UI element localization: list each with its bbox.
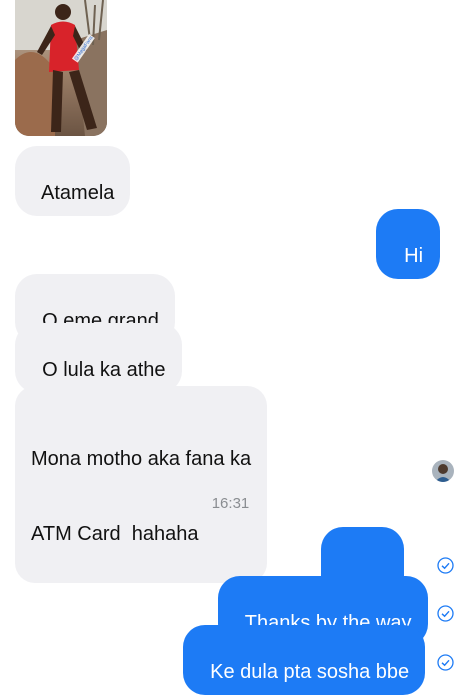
message-text-line2: ATM Card hahaha	[31, 523, 199, 545]
delivered-check-icon	[437, 557, 454, 574]
delivered-check-icon	[437, 654, 454, 671]
incoming-message[interactable]: Atamela	[15, 146, 131, 216]
incoming-message[interactable]: Mona motho aka fana ka ATM Card hahaha	[15, 386, 268, 583]
message-text: O lula ka athe	[42, 359, 166, 381]
shared-photo[interactable]: @MegaFans	[15, 0, 107, 136]
message-text-line1: Mona motho aka fana ka	[31, 448, 252, 470]
message-text: Hi	[404, 245, 424, 267]
message-text: Atamela	[41, 182, 115, 204]
incoming-message[interactable]: O lula ka athe	[15, 323, 182, 393]
seen-avatar	[432, 460, 454, 482]
outgoing-message[interactable]: Ke dula pta sosha bbe	[183, 625, 426, 695]
outgoing-message[interactable]: Hi	[376, 209, 441, 279]
photo-image: @MegaFans	[15, 0, 107, 136]
delivered-check-icon	[437, 605, 454, 622]
message-timestamp: 16:31	[211, 495, 250, 512]
